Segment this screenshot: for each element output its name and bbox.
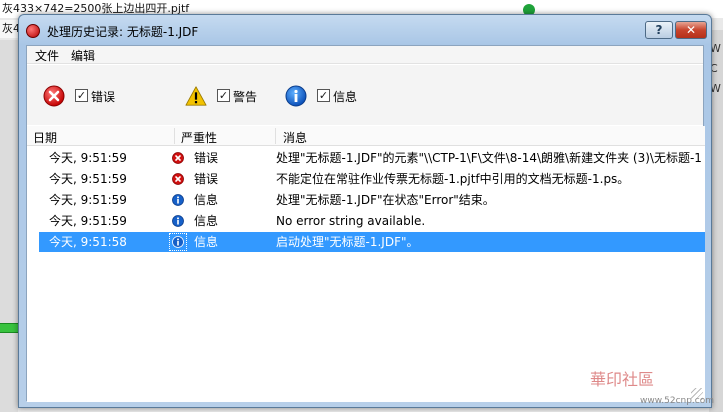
dialog-client-area: 文件 编辑 ✓ 错误 ✓ 警告 ✓ 信息 日期 严重性 消息 今天, 9:51:… <box>26 45 705 402</box>
row-severity: 错误 <box>194 172 219 186</box>
row-severity: 信息 <box>194 235 219 249</box>
warning-icon <box>185 86 207 106</box>
row-message: 处理"无标题-1.JDF"的元素"\\CTP-1\F\文件\8-14\朗雅\新建… <box>276 151 702 165</box>
column-header-date[interactable]: 日期 <box>33 129 57 146</box>
row-date: 今天, 9:51:58 <box>49 235 127 249</box>
row-message: 处理"无标题-1.JDF"在状态"Error"结束。 <box>276 193 495 207</box>
filter-warning-label: 警告 <box>233 90 258 104</box>
row-date: 今天, 9:51:59 <box>49 172 127 186</box>
row-message: 不能定位在常驻作业传票无标题-1.pjtf中引用的文档无标题-1.ps。 <box>276 172 630 186</box>
error-icon <box>172 173 184 185</box>
watermark-url: www.52cnp.com <box>640 396 715 406</box>
row-date: 今天, 9:51:59 <box>49 214 127 228</box>
table-row-selected[interactable]: 今天, 9:51:58 信息 启动处理"无标题-1.JDF"。 <box>39 232 705 252</box>
filter-info-label: 信息 <box>333 90 358 104</box>
filter-error[interactable]: ✓ 错误 <box>43 85 133 107</box>
history-table: 日期 严重性 消息 今天, 9:51:59 错误 处理"无标题-1.JDF"的元… <box>27 126 705 402</box>
row-message: 启动处理"无标题-1.JDF"。 <box>276 235 419 249</box>
close-button[interactable]: ✕ <box>675 21 707 39</box>
filter-error-label: 错误 <box>91 90 116 104</box>
processing-history-dialog: 处理历史记录: 无标题-1.JDF ? ✕ 文件 编辑 ✓ 错误 ✓ 警告 ✓ … <box>18 14 712 408</box>
table-row[interactable]: 今天, 9:51:59 错误 不能定位在常驻作业传票无标题-1.pjtf中引用的… <box>39 169 705 189</box>
info-icon <box>172 236 184 248</box>
table-row[interactable]: 今天, 9:51:59 信息 No error string available… <box>39 211 705 231</box>
info-icon <box>172 215 184 227</box>
error-icon <box>172 152 184 164</box>
background-left-panel <box>0 40 18 412</box>
title-bar[interactable]: 处理历史记录: 无标题-1.JDF ? ✕ <box>19 15 711 45</box>
menu-edit[interactable]: 编辑 <box>67 47 99 64</box>
error-icon <box>43 85 65 107</box>
row-severity: 信息 <box>194 193 219 207</box>
row-message: No error string available. <box>276 214 426 228</box>
table-header: 日期 严重性 消息 <box>27 126 705 146</box>
column-separator[interactable] <box>174 128 175 144</box>
row-severity: 错误 <box>194 151 219 165</box>
row-date: 今天, 9:51:59 <box>49 151 127 165</box>
row-severity: 信息 <box>194 214 219 228</box>
info-icon <box>285 85 307 107</box>
column-separator[interactable] <box>275 128 276 144</box>
background-progress-bar <box>0 323 18 333</box>
help-button[interactable]: ? <box>645 21 673 39</box>
menu-bar: 文件 编辑 <box>27 46 703 64</box>
filter-warning[interactable]: ✓ 警告 <box>185 85 275 107</box>
column-header-message[interactable]: 消息 <box>283 129 307 146</box>
menu-file[interactable]: 文件 <box>31 47 63 64</box>
filter-toolbar: ✓ 错误 ✓ 警告 ✓ 信息 <box>27 65 703 125</box>
row-date: 今天, 9:51:59 <box>49 193 127 207</box>
filter-error-checkbox[interactable]: ✓ <box>75 89 88 102</box>
table-row[interactable]: 今天, 9:51:59 错误 处理"无标题-1.JDF"的元素"\\CTP-1\… <box>39 148 705 168</box>
filter-info-checkbox[interactable]: ✓ <box>317 89 330 102</box>
window-title: 处理历史记录: 无标题-1.JDF <box>47 25 199 39</box>
info-icon <box>172 194 184 206</box>
filter-warning-checkbox[interactable]: ✓ <box>217 89 230 102</box>
table-row[interactable]: 今天, 9:51:59 信息 处理"无标题-1.JDF"在状态"Error"结束… <box>39 190 705 210</box>
app-icon <box>26 24 40 38</box>
filter-info[interactable]: ✓ 信息 <box>285 85 375 107</box>
watermark-logo: 華印社區 <box>590 370 655 389</box>
column-header-severity[interactable]: 严重性 <box>181 129 217 146</box>
